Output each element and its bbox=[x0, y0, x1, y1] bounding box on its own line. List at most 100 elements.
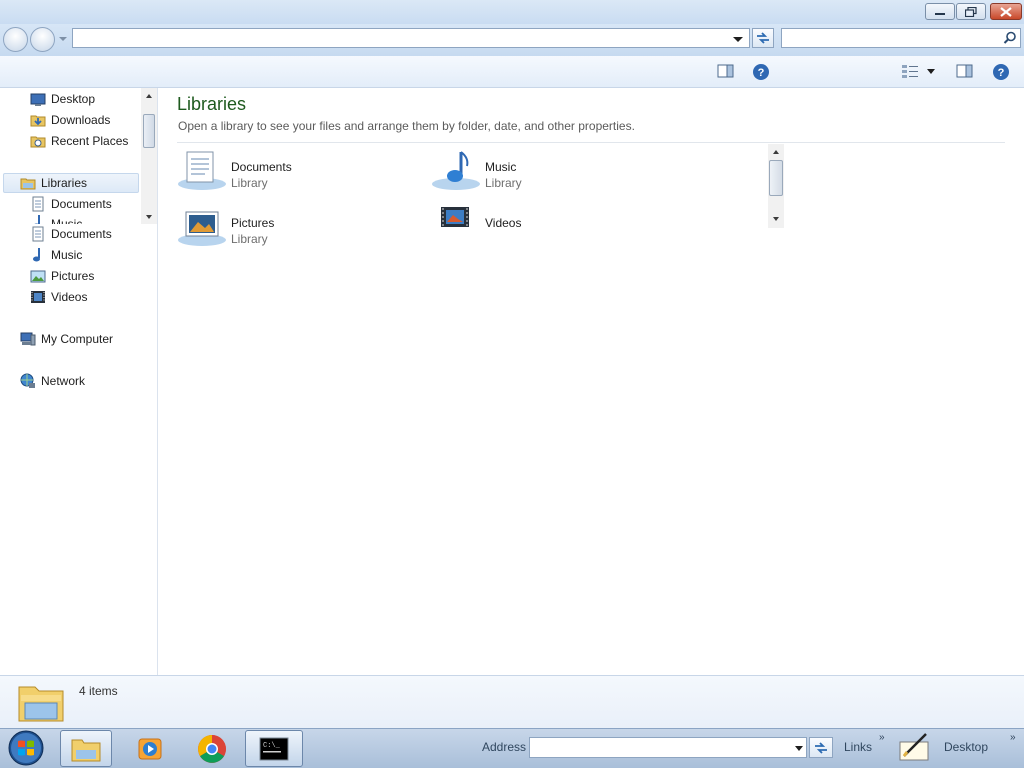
music-library-icon bbox=[432, 151, 480, 190]
minimize-icon bbox=[935, 12, 945, 15]
library-item-music[interactable]: Music Library bbox=[431, 151, 651, 200]
library-type: Library bbox=[485, 176, 522, 190]
content-scrollbar[interactable] bbox=[768, 144, 784, 228]
refresh-button[interactable] bbox=[752, 28, 774, 48]
nav-item-desktop[interactable]: Desktop bbox=[30, 89, 95, 109]
restore-button[interactable] bbox=[956, 3, 986, 20]
documents-icon bbox=[32, 196, 44, 212]
desktop-chevron-icon[interactable]: » bbox=[1010, 732, 1016, 743]
desktop-icon bbox=[30, 93, 46, 106]
videos-library-icon bbox=[441, 207, 469, 227]
nav-item-label: Libraries bbox=[41, 176, 88, 190]
library-type: Library bbox=[231, 232, 268, 246]
recent-pages-dropdown-icon[interactable] bbox=[58, 35, 68, 43]
taskbar-address-label: Address bbox=[482, 740, 527, 754]
library-item-videos[interactable]: Videos bbox=[431, 207, 651, 256]
page-subtitle: Open a library to see your files and arr… bbox=[178, 119, 635, 133]
forward-button[interactable] bbox=[30, 27, 55, 52]
nav-item-documents[interactable]: Documents bbox=[30, 224, 112, 244]
documents-library-icon bbox=[178, 151, 226, 190]
svg-text:C:\_: C:\_ bbox=[263, 742, 281, 750]
item-count: 4 items bbox=[79, 684, 118, 698]
library-name: Videos bbox=[485, 216, 522, 230]
nav-item-label: Pictures bbox=[51, 269, 95, 283]
taskbar-cmd-button[interactable]: C:\_ bbox=[245, 730, 303, 767]
scrollbar-thumb[interactable] bbox=[769, 160, 783, 196]
taskbar-chrome-button[interactable] bbox=[186, 730, 238, 767]
address-dropdown-icon[interactable] bbox=[732, 34, 744, 44]
scrollbar-thumb[interactable] bbox=[143, 114, 155, 148]
nav-item-music[interactable]: Music bbox=[30, 245, 82, 265]
media-player-icon bbox=[138, 738, 162, 759]
pictures-icon bbox=[30, 270, 46, 283]
back-button[interactable] bbox=[3, 27, 28, 52]
details-pane-icon[interactable] bbox=[956, 63, 973, 79]
scroll-down-icon[interactable] bbox=[145, 214, 153, 220]
nav-pane-scrollbar[interactable] bbox=[141, 88, 157, 224]
network-icon bbox=[20, 373, 35, 388]
taskbar-desktop-label[interactable]: Desktop bbox=[944, 740, 988, 754]
library-item-pictures[interactable]: Pictures Library bbox=[177, 211, 397, 256]
music-icon bbox=[33, 248, 40, 262]
nav-item-documents[interactable]: Documents bbox=[30, 194, 112, 214]
computer-icon bbox=[20, 332, 36, 346]
taskbar-address-dropdown-icon[interactable] bbox=[794, 744, 804, 752]
address-input[interactable] bbox=[72, 28, 750, 48]
restore-icon bbox=[965, 6, 977, 17]
taskbar-explorer-button[interactable] bbox=[60, 730, 112, 767]
explorer-icon bbox=[71, 739, 101, 761]
title-bar bbox=[0, 0, 1024, 24]
libraries-icon bbox=[20, 178, 36, 190]
nav-item-label: Videos bbox=[51, 290, 88, 304]
close-icon bbox=[1000, 6, 1012, 17]
taskbar-media-player-button[interactable] bbox=[124, 730, 176, 767]
scroll-up-icon[interactable] bbox=[772, 149, 780, 155]
library-item-documents[interactable]: Documents Library bbox=[177, 151, 397, 200]
nav-item-label: Music bbox=[51, 248, 83, 262]
recent-places-icon bbox=[30, 136, 46, 148]
nav-item-pictures[interactable]: Pictures bbox=[30, 266, 94, 286]
library-name: Documents bbox=[231, 160, 292, 174]
start-button[interactable] bbox=[6, 730, 46, 766]
details-pane bbox=[0, 675, 1024, 728]
help-icon[interactable]: ? bbox=[992, 63, 1010, 81]
nav-item-music[interactable]: Music bbox=[30, 214, 82, 224]
scroll-down-icon[interactable] bbox=[772, 216, 780, 222]
close-button[interactable] bbox=[990, 3, 1022, 20]
help-icon[interactable]: ? bbox=[752, 63, 770, 81]
command-prompt-icon: C:\_ bbox=[259, 737, 289, 760]
nav-item-label: Network bbox=[41, 374, 86, 388]
svg-text:?: ? bbox=[758, 67, 765, 79]
desktop-toolbar-icon[interactable] bbox=[898, 732, 932, 762]
nav-item-label: My Computer bbox=[41, 332, 114, 346]
pictures-library-icon bbox=[178, 211, 226, 246]
nav-item-label: Desktop bbox=[51, 92, 96, 106]
search-input[interactable] bbox=[781, 28, 1021, 48]
library-name: Pictures bbox=[231, 216, 275, 230]
taskbar-address-input[interactable] bbox=[529, 737, 807, 758]
search-icon[interactable] bbox=[1003, 31, 1017, 45]
links-chevron-icon[interactable]: » bbox=[879, 732, 885, 743]
nav-item-my-computer[interactable]: My Computer bbox=[20, 329, 113, 349]
change-view-icon[interactable] bbox=[901, 63, 919, 79]
svg-text:?: ? bbox=[998, 67, 1005, 79]
nav-item-libraries[interactable]: Libraries bbox=[3, 173, 139, 193]
nav-item-label: Recent Places bbox=[51, 134, 129, 148]
preview-pane-icon[interactable] bbox=[717, 63, 734, 79]
minimize-button[interactable] bbox=[925, 3, 955, 20]
divider bbox=[177, 142, 1005, 143]
view-dropdown-icon[interactable] bbox=[926, 68, 936, 75]
scroll-up-icon[interactable] bbox=[145, 93, 153, 99]
nav-item-label: Music bbox=[51, 217, 83, 224]
command-bar bbox=[0, 56, 1024, 88]
nav-item-label: Downloads bbox=[51, 113, 111, 127]
taskbar-links-label[interactable]: Links bbox=[844, 740, 872, 754]
nav-item-videos[interactable]: Videos bbox=[30, 287, 87, 307]
nav-item-downloads[interactable]: Downloads bbox=[30, 110, 110, 130]
taskbar-go-button[interactable] bbox=[809, 737, 833, 758]
chrome-icon bbox=[198, 734, 226, 763]
videos-icon bbox=[31, 291, 45, 303]
nav-item-label: Documents bbox=[51, 227, 112, 241]
nav-item-recent-places[interactable]: Recent Places bbox=[30, 131, 128, 151]
nav-item-network[interactable]: Network bbox=[20, 371, 85, 391]
